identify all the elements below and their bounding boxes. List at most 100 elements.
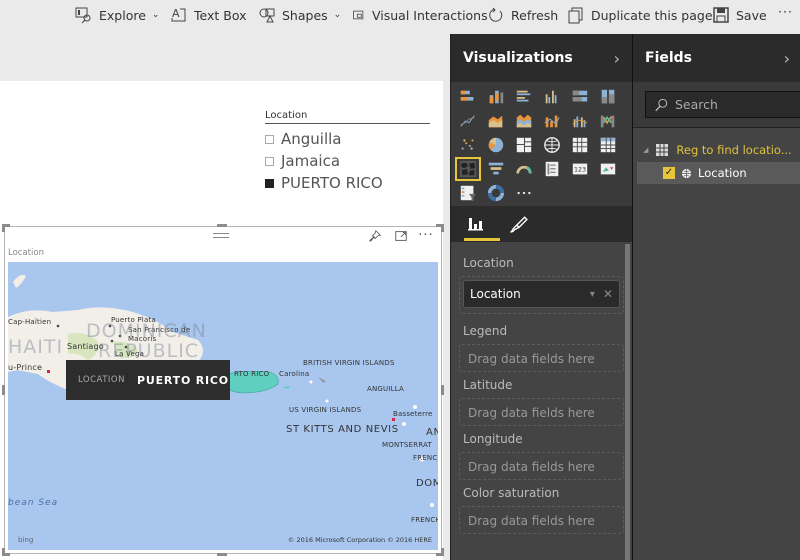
more-options-button[interactable]: ··· [778,4,793,19]
remove-field-icon[interactable]: ✕ [603,287,613,301]
resize-handle[interactable] [217,553,227,556]
save-label: Save [736,7,767,23]
field-location[interactable]: ✓ Location [637,162,800,184]
explore-button[interactable]: Explore ⌄ [75,6,159,24]
more-options-icon[interactable]: ··· [418,229,434,245]
svg-text:A: A [172,7,180,20]
line-and-clustered-column-chart-icon[interactable] [569,111,591,131]
resize-handle[interactable] [441,224,444,232]
resize-handle[interactable] [2,385,5,395]
toolbar: Explore ⌄ A Text Box Shapes ⌄ Visual Int… [0,0,800,33]
100-stacked-bar-chart-icon[interactable] [569,87,591,107]
ribbon-chart-icon[interactable] [597,111,619,131]
globe-icon [681,168,692,178]
donut-chart-glyph [487,184,505,202]
table-node[interactable]: ◢ Reg to find locatio... [633,138,800,162]
field-name: Location [698,166,747,180]
duplicate-icon [568,7,583,24]
more-visuals-icon[interactable] [513,183,535,203]
focus-mode-icon[interactable] [393,229,409,245]
field-wells: Location Location ▾ ✕ Legend Drag data f… [451,242,632,534]
gauge-icon[interactable] [513,159,535,179]
save-button[interactable]: Save [712,6,767,24]
table-icon[interactable] [569,135,591,155]
fields-search-input[interactable]: Search [645,91,800,118]
stacked-bar-chart-icon[interactable] [457,87,479,107]
more-icon: ··· [778,4,793,19]
area-chart-icon[interactable] [485,111,507,131]
card-glyph: 123 [572,163,588,175]
slicer-item-anguilla[interactable]: Anguilla [265,128,430,150]
100-stacked-column-chart-icon[interactable] [597,87,619,107]
tooltip-key: LOCATION [78,375,125,385]
clustered-bar-chart-glyph [516,90,531,102]
line-and-stacked-column-chart-glyph [544,115,560,128]
visualizations-title: Visualizations [463,50,573,66]
shapes-icon [259,8,275,23]
resize-handle[interactable] [441,385,444,395]
pie-chart-icon[interactable] [485,135,507,155]
map-canvas[interactable]: Cap-Haïtien Puerto Plata San Francisco d… [8,262,438,550]
refresh-button[interactable]: Refresh [487,6,558,24]
checkbox-checked-icon[interactable] [265,178,274,188]
text-box-button[interactable]: A Text Box [170,6,247,24]
slicer-title: Location [265,110,430,124]
checkbox-icon[interactable] [265,134,274,144]
well-location[interactable]: Location ▾ ✕ [459,276,624,314]
well-color-saturation[interactable]: Drag data fields here [459,506,624,534]
resize-handle[interactable] [441,548,444,556]
drag-grip-icon[interactable] [213,233,229,238]
chevron-right-icon[interactable]: › [784,49,790,68]
wells-scrollbar[interactable] [625,244,630,560]
map-icon[interactable] [541,135,563,155]
filled-map-icon[interactable] [455,157,481,181]
well-latitude[interactable]: Drag data fields here [459,398,624,426]
line-and-stacked-column-chart-icon[interactable] [541,111,563,131]
slicer-item-jamaica[interactable]: Jamaica [265,150,430,172]
well-legend[interactable]: Drag data fields here [459,344,624,372]
slicer-icon[interactable] [457,183,479,203]
paint-roller-icon [510,216,528,233]
well-field-location[interactable]: Location ▾ ✕ [463,280,620,308]
resize-handle[interactable] [2,548,5,556]
area-chart-glyph [488,115,503,128]
shapes-button[interactable]: Shapes ⌄ [258,6,341,24]
well-label-legend: Legend [463,324,508,338]
slicer-item-puerto-rico[interactable]: PUERTO RICO [265,172,430,194]
well-longitude[interactable]: Drag data fields here [459,452,624,480]
line-chart-icon[interactable] [457,111,479,131]
clustered-bar-chart-icon[interactable] [513,87,535,107]
visual-interactions-button[interactable]: Visual Interactions [352,6,488,24]
scatter-chart-icon[interactable] [457,135,479,155]
treemap-icon[interactable] [513,135,535,155]
map-label: La Vega [115,350,145,358]
tab-format[interactable] [509,214,529,234]
kpi-icon[interactable] [597,159,619,179]
funnel-icon[interactable] [485,159,507,179]
clustered-column-chart-icon[interactable] [541,87,563,107]
checkbox-icon[interactable] [265,156,274,166]
card-icon[interactable]: 123 [569,159,591,179]
stacked-column-chart-icon[interactable] [485,87,507,107]
fields-pane: Fields › Search ◢ Reg to find locatio...… [632,34,800,560]
map-tooltip: LOCATION PUERTO RICO [66,360,230,400]
duplicate-page-button[interactable]: Duplicate this page [567,6,713,24]
matrix-icon[interactable] [597,135,619,155]
map-label: Carolina [279,370,310,378]
dropdown-arrow-icon[interactable]: ▾ [590,289,595,300]
donut-chart-icon[interactable] [485,183,507,203]
map-label: FRENCH- [411,516,438,524]
tab-fields[interactable] [465,214,485,234]
collapse-triangle-icon[interactable]: ◢ [643,146,648,154]
refresh-label: Refresh [511,7,559,23]
fields-tree: ◢ Reg to find locatio... ✓ Location [633,128,800,184]
pin-icon[interactable] [367,229,383,245]
visual-header: ··· [5,227,441,247]
multi-row-card-icon[interactable] [541,159,563,179]
checkbox-checked-icon[interactable]: ✓ [663,167,675,179]
chevron-right-icon[interactable]: › [614,49,620,68]
fields-search-wrap: Search [633,82,800,128]
filled-map-visual[interactable]: ··· Location Cap-Haïtien Puerto Plata Sa… [2,224,444,556]
stacked-area-chart-icon[interactable] [513,111,535,131]
well-label-color-saturation: Color saturation [463,486,560,500]
